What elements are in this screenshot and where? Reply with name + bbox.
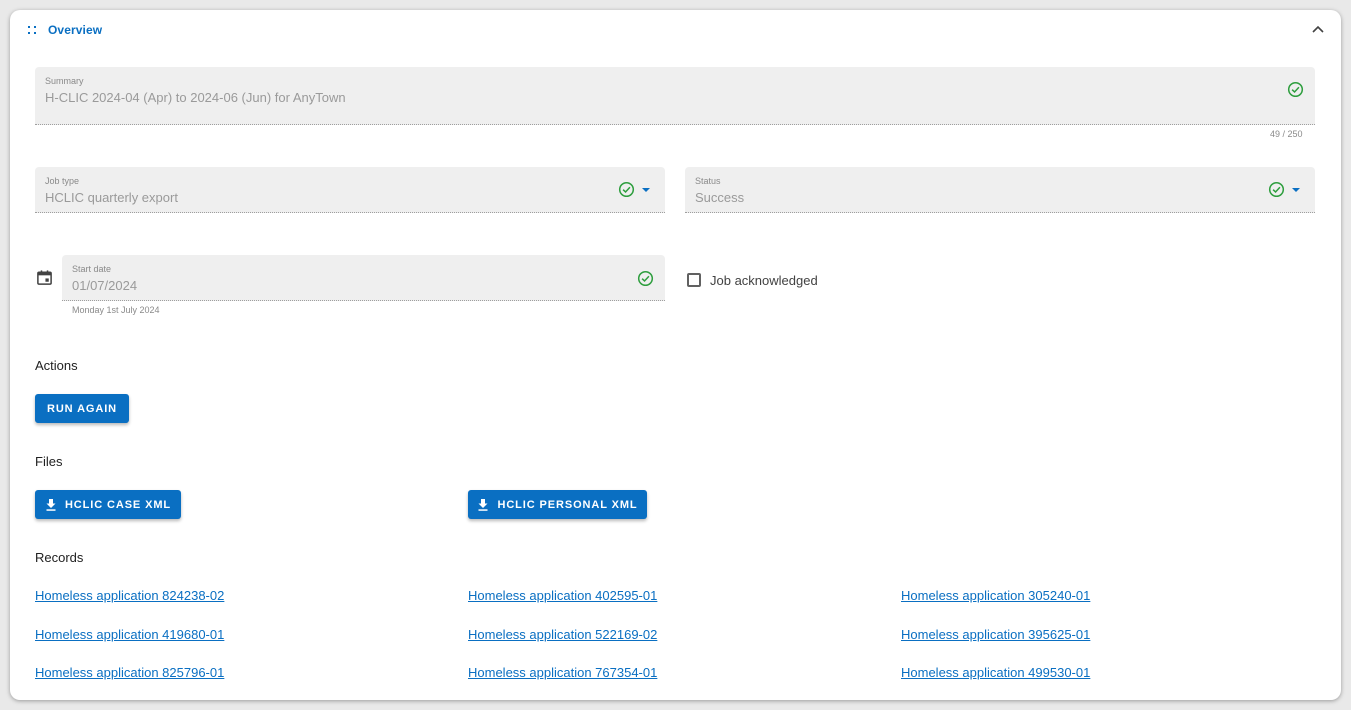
start-date-hint: Monday 1st July 2024 [72, 305, 160, 315]
download-icon [478, 498, 488, 511]
summary-value: H-CLIC 2024-04 (Apr) to 2024-06 (Jun) fo… [45, 90, 346, 105]
actions-heading: Actions [35, 358, 78, 373]
job-type-label: Job type [45, 176, 80, 186]
record-link[interactable]: Homeless application 305240-01 [901, 588, 1090, 603]
check-circle-icon [637, 270, 654, 287]
overview-panel: Overview Summary H-CLIC 2024-04 (Apr) to… [10, 10, 1341, 700]
record-link[interactable]: Homeless application 767354-01 [468, 665, 657, 680]
record-link[interactable]: Homeless application 499530-01 [901, 665, 1090, 680]
check-circle-icon [1268, 181, 1285, 198]
file-label: HCLIC PERSONAL XML [497, 498, 638, 511]
record-link[interactable]: Homeless application 395625-01 [901, 627, 1090, 642]
check-circle-icon [618, 181, 635, 198]
chevron-up-icon[interactable] [1311, 23, 1325, 37]
start-date-field[interactable]: Start date 01/07/2024 [62, 255, 665, 301]
job-acknowledged-checkbox[interactable] [687, 273, 701, 287]
files-heading: Files [35, 454, 63, 469]
panel-title: Overview [48, 23, 103, 37]
summary-char-counter: 49 / 250 [1270, 129, 1303, 139]
calendar-icon[interactable] [36, 269, 53, 286]
start-date-label: Start date [72, 264, 112, 274]
summary-field[interactable]: Summary H-CLIC 2024-04 (Apr) to 2024-06 … [35, 67, 1315, 125]
status-value: Success [695, 190, 745, 205]
dropdown-arrow-icon[interactable] [642, 188, 650, 192]
record-link[interactable]: Homeless application 419680-01 [35, 627, 224, 642]
run-again-button[interactable]: RUN AGAIN [35, 394, 129, 423]
status-select[interactable]: Status Success [685, 167, 1315, 213]
drag-handle-icon[interactable] [28, 26, 37, 35]
job-type-select[interactable]: Job type HCLIC quarterly export [35, 167, 665, 213]
download-hclic-personal-xml-button[interactable]: HCLIC PERSONAL XML [468, 490, 647, 519]
job-type-value: HCLIC quarterly export [45, 190, 178, 205]
summary-label: Summary [45, 76, 84, 86]
record-link[interactable]: Homeless application 402595-01 [468, 588, 657, 603]
file-label: HCLIC CASE XML [64, 498, 172, 511]
job-acknowledged-label[interactable]: Job acknowledged [710, 273, 818, 288]
status-label: Status [695, 176, 721, 186]
record-link[interactable]: Homeless application 825796-01 [35, 665, 224, 680]
record-link[interactable]: Homeless application 522169-02 [468, 627, 657, 642]
start-date-value: 01/07/2024 [72, 278, 138, 293]
run-again-label: RUN AGAIN [46, 402, 118, 415]
record-link[interactable]: Homeless application 824238-02 [35, 588, 224, 603]
check-circle-icon [1287, 81, 1304, 98]
records-heading: Records [35, 550, 84, 565]
download-icon [46, 498, 56, 511]
dropdown-arrow-icon[interactable] [1292, 188, 1300, 192]
panel-header[interactable]: Overview [10, 10, 1341, 52]
download-hclic-case-xml-button[interactable]: HCLIC CASE XML [35, 490, 181, 519]
